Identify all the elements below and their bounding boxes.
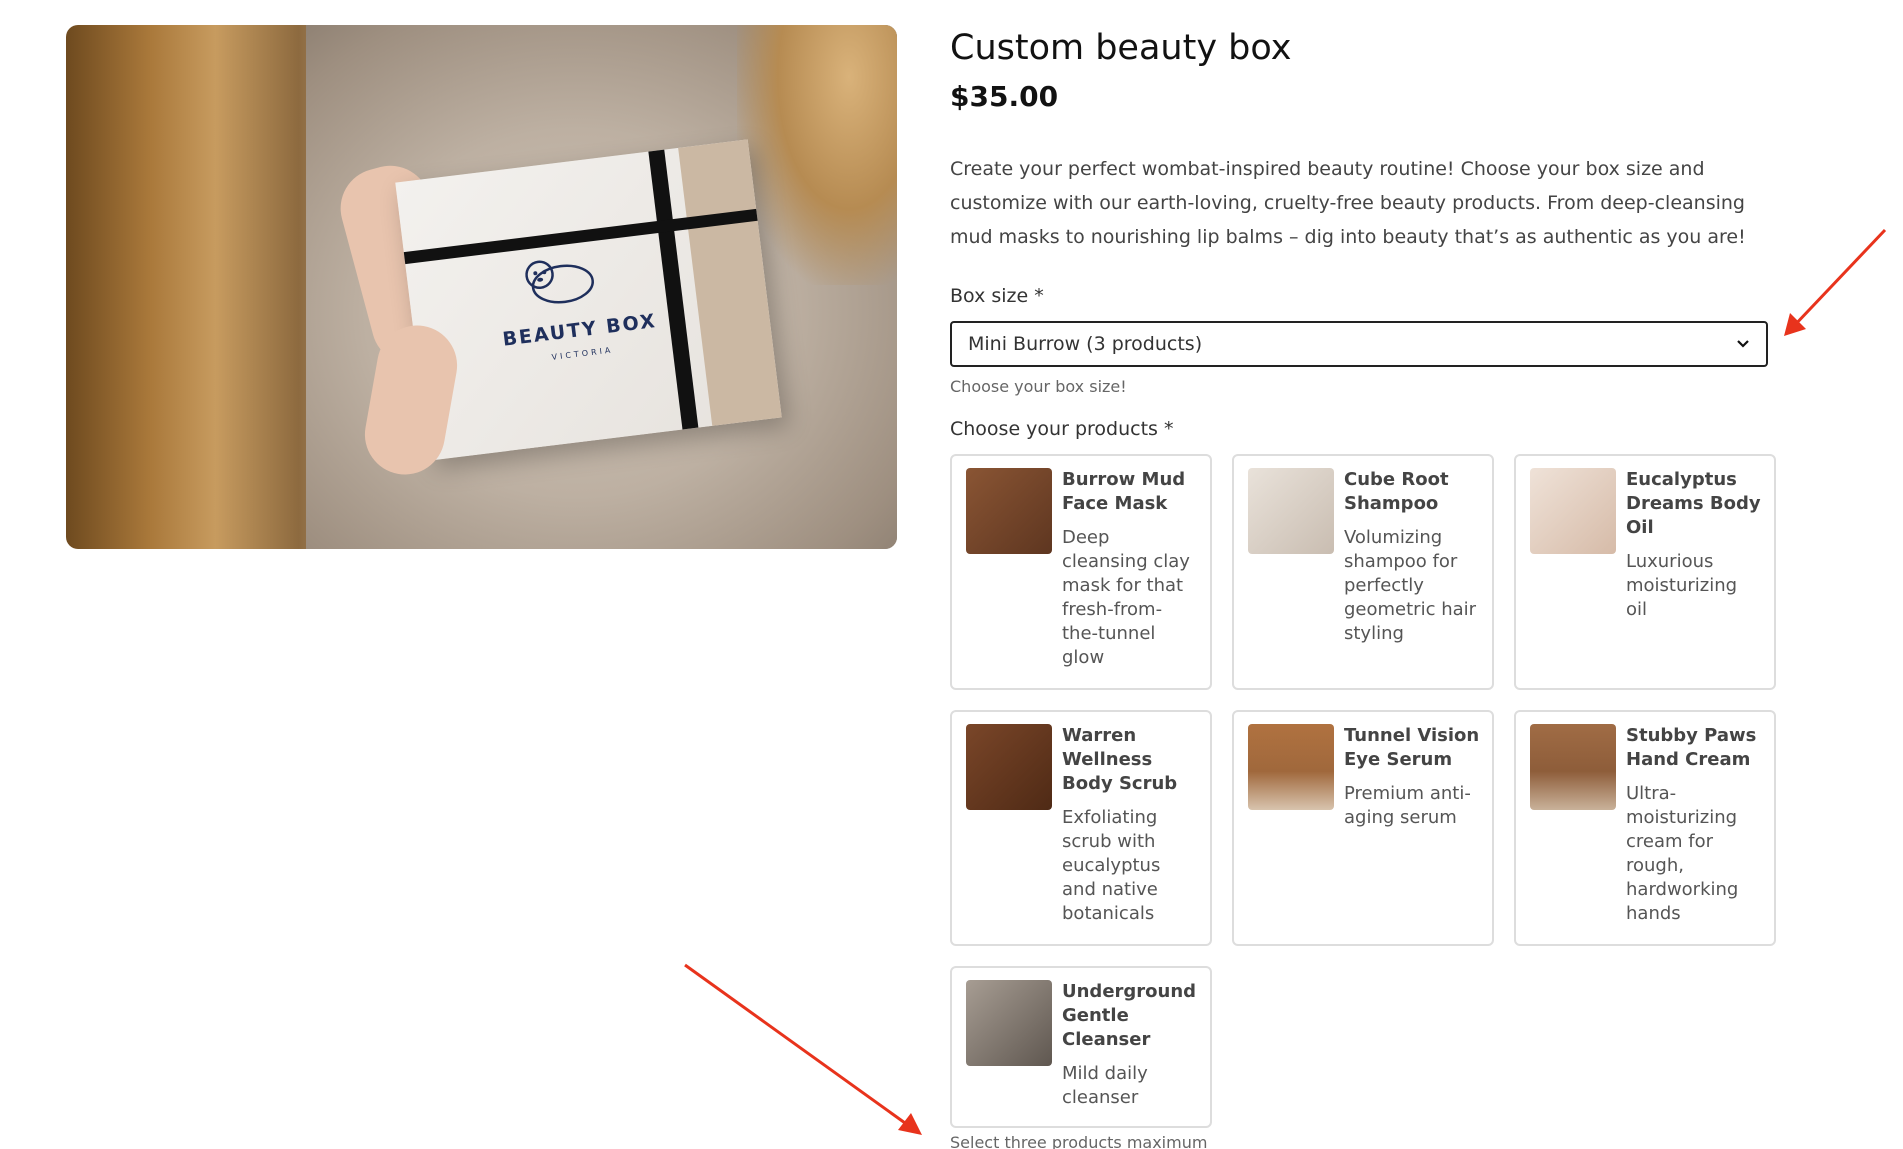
product-name: Tunnel Vision Eye Serum [1344, 725, 1480, 770]
product-card-burrow-mud-face-mask[interactable]: Burrow Mud Face Mask Deep cleansing clay… [950, 454, 1212, 690]
product-card-tunnel-vision-eye-serum[interactable]: Tunnel Vision Eye Serum Premium anti-agi… [1232, 710, 1494, 946]
product-thumbnail [966, 980, 1052, 1066]
gift-box: BEAUTY BOX VICTORIA [395, 139, 782, 461]
product-page: BEAUTY BOX VICTORIA Custom beauty box $3… [0, 0, 1903, 1149]
product-description-text: Exfoliating scrub with eucalyptus and na… [1062, 807, 1161, 924]
box-size-select[interactable]: Mini Burrow (3 products) [950, 321, 1768, 367]
product-thumbnail [1248, 724, 1334, 810]
product-name: Warren Wellness Body Scrub [1062, 725, 1178, 794]
product-thumbnail [966, 468, 1052, 554]
annotation-arrow-icon [1784, 228, 1887, 336]
product-name: Stubby Paws Hand Cream [1626, 725, 1757, 770]
hair-area [737, 25, 897, 285]
products-label: Choose your products * [950, 418, 1174, 440]
product-thumbnail [1530, 468, 1616, 554]
product-name: Eucalyptus Dreams Body Oil [1626, 469, 1761, 538]
product-thumbnail [1248, 468, 1334, 554]
product-name: Underground Gentle Cleanser [1062, 981, 1197, 1050]
product-card-cube-root-shampoo[interactable]: Cube Root Shampoo Volumizing shampoo for… [1232, 454, 1494, 690]
product-name: Cube Root Shampoo [1344, 469, 1449, 514]
product-thumbnail [966, 724, 1052, 810]
box-size-selected-value: Mini Burrow (3 products) [968, 333, 1203, 355]
product-description: Create your perfect wombat-inspired beau… [950, 158, 1746, 248]
product-hero-image: BEAUTY BOX VICTORIA [66, 25, 897, 549]
chevron-down-icon [1736, 335, 1750, 353]
product-title: Custom beauty box [950, 28, 1292, 68]
product-card-underground-gentle-cleanser[interactable]: Underground Gentle Cleanser Mild daily c… [950, 966, 1212, 1128]
product-description-text: Premium anti-aging serum [1344, 783, 1471, 828]
product-description-text: Ultra-moisturizing cream for rough, hard… [1626, 783, 1739, 924]
product-description-text: Luxurious moisturizing oil [1626, 551, 1738, 620]
product-card-stubby-paws-hand-cream[interactable]: Stubby Paws Hand Cream Ultra-moisturizin… [1514, 710, 1776, 946]
product-description-text: Mild daily cleanser [1062, 1063, 1148, 1108]
wombat-logo-icon [525, 260, 594, 304]
product-description-text: Volumizing shampoo for perfectly geometr… [1344, 527, 1477, 644]
product-name: Burrow Mud Face Mask [1062, 469, 1186, 514]
annotation-arrow-icon [684, 963, 922, 1135]
box-size-help-text: Choose your box size! [950, 377, 1127, 396]
product-description-text: Deep cleansing clay mask for that fresh-… [1062, 527, 1190, 668]
product-card-warren-wellness-body-scrub[interactable]: Warren Wellness Body Scrub Exfoliating s… [950, 710, 1212, 946]
box-size-label: Box size * [950, 285, 1044, 307]
product-price: $35.00 [950, 80, 1059, 113]
product-thumbnail [1530, 724, 1616, 810]
product-card-eucalyptus-dreams-body-oil[interactable]: Eucalyptus Dreams Body Oil Luxurious moi… [1514, 454, 1776, 690]
products-help-text: Select three products maximum [950, 1133, 1208, 1149]
